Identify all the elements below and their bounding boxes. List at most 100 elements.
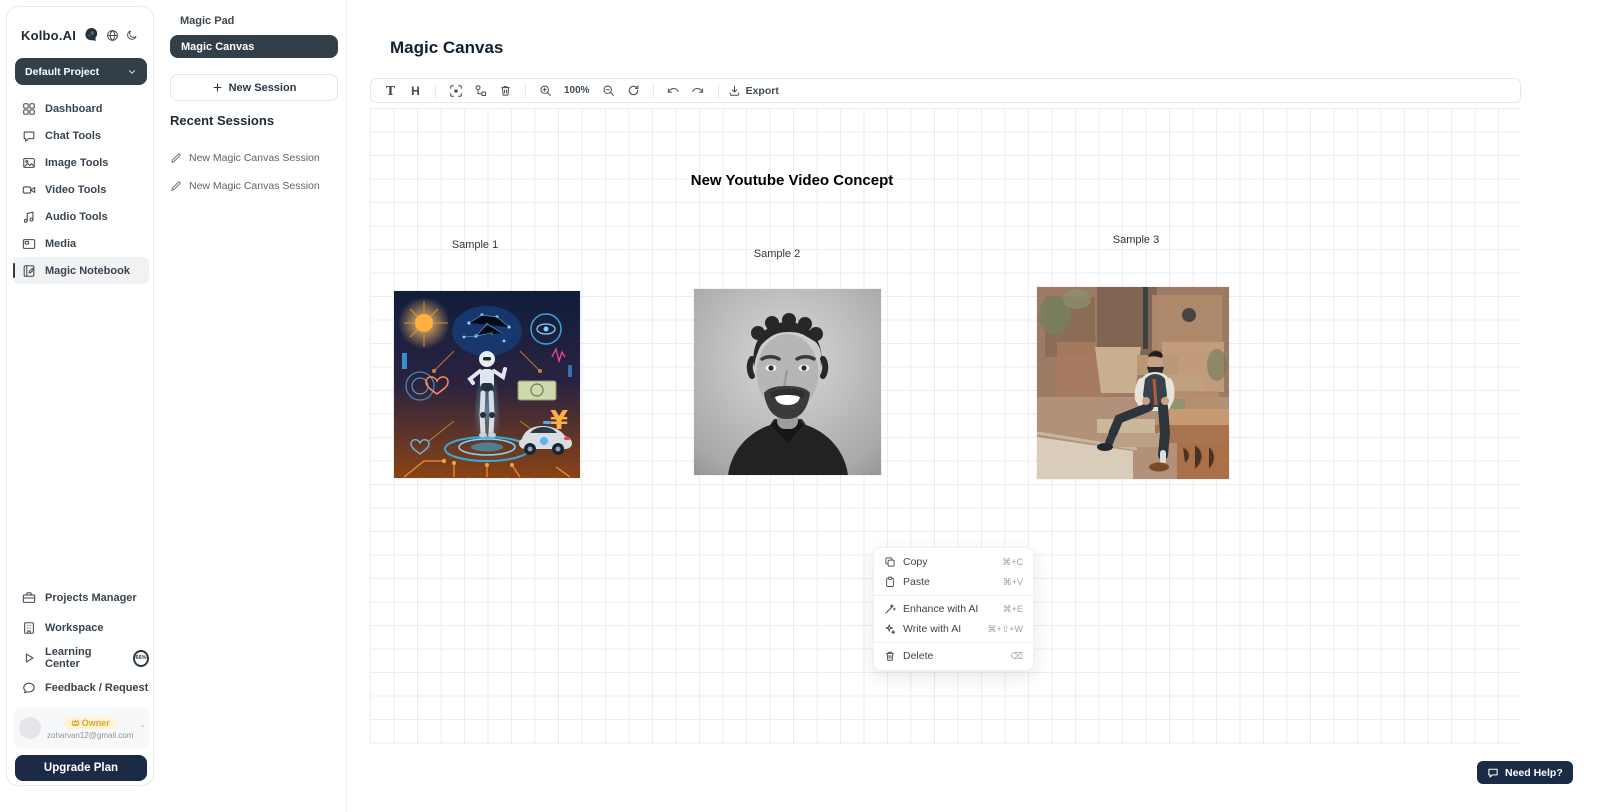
flow-tool-button[interactable] (470, 81, 491, 100)
toolbar-separator (435, 84, 436, 98)
sidebar-item-magic-notebook[interactable]: Magic Notebook (13, 257, 149, 284)
context-menu-paste[interactable]: Paste ⌘+V (874, 572, 1033, 592)
new-session-button[interactable]: New Session (170, 74, 338, 101)
toolbar-separator (653, 84, 654, 98)
video-icon (22, 183, 36, 197)
copy-icon (884, 556, 896, 568)
sidebar-item-image-tools[interactable]: Image Tools (13, 149, 149, 176)
sidebar-item-projects-manager[interactable]: Projects Manager (13, 583, 149, 613)
redo-icon (691, 84, 705, 98)
crown-icon (71, 718, 80, 727)
logo-row: Kolbo.AI (21, 27, 141, 43)
sample-label-3[interactable]: Sample 3 (1113, 234, 1159, 246)
sidebar-item-workspace[interactable]: Workspace (13, 613, 149, 643)
context-menu-shortcut: ⌘+E (1003, 604, 1023, 615)
zoom-level[interactable]: 100% (560, 85, 594, 96)
context-menu-write-with-ai[interactable]: Write with AI ⌘+⇧+W (874, 619, 1033, 639)
progress-badge: 66% (133, 650, 149, 667)
dark-mode-moon-icon[interactable] (126, 29, 138, 41)
sidebar-item-label: Audio Tools (45, 211, 108, 223)
chat-icon (22, 129, 36, 143)
context-menu-enhance-with-ai[interactable]: Enhance with AI ⌘+E (874, 599, 1033, 619)
export-label: Export (746, 85, 779, 97)
sidebar-item-label: Feedback / Request (45, 682, 148, 694)
sidebar-item-feedback[interactable]: Feedback / Request (13, 673, 149, 703)
zoom-out-button[interactable] (598, 81, 619, 100)
context-menu-divider (874, 595, 1033, 596)
heading-tool-glyph: H (411, 84, 420, 98)
context-menu-label: Delete (903, 650, 1003, 662)
need-help-button[interactable]: Need Help? (1477, 761, 1573, 784)
sidebar-item-label: Projects Manager (45, 592, 137, 604)
user-card[interactable]: Owner zoharvan12@gmail.com ⌃ (13, 707, 149, 749)
language-globe-icon[interactable] (106, 29, 119, 42)
context-menu-shortcut: ⌘+⇧+W (987, 624, 1023, 635)
pencil-icon (170, 180, 182, 192)
sample-label-2[interactable]: Sample 2 (754, 248, 800, 260)
paste-icon (884, 576, 896, 588)
tab-magic-pad[interactable]: Magic Pad (180, 15, 234, 27)
briefcase-icon (22, 591, 36, 605)
sidebar-item-media[interactable]: Media (13, 230, 149, 257)
context-menu-shortcut: ⌘+V (1003, 577, 1023, 588)
new-session-label: New Session (229, 82, 297, 94)
context-menu-copy[interactable]: Copy ⌘+C (874, 552, 1033, 572)
chevron-down-icon (127, 67, 137, 77)
context-menu-label: Paste (903, 576, 996, 588)
canvas-heading[interactable]: New Youtube Video Concept (691, 172, 894, 189)
wand-icon (884, 603, 896, 615)
image-icon (22, 156, 36, 170)
sample-image-1[interactable]: ¥ (394, 291, 580, 478)
undo-button[interactable] (663, 81, 684, 100)
heading-tool-button[interactable]: H (405, 81, 426, 100)
session-item[interactable]: New Magic Canvas Session (170, 176, 340, 196)
context-menu-label: Copy (903, 556, 995, 568)
zoom-in-button[interactable] (535, 81, 556, 100)
sidebar-item-learning-center[interactable]: Learning Center 66% (13, 643, 149, 673)
trash-icon (499, 84, 512, 97)
text-tool-glyph: T (386, 84, 395, 98)
session-panel: Magic Pad Magic Canvas New Session Recen… (155, 0, 347, 812)
undo-icon (666, 84, 680, 98)
owner-badge: Owner (64, 717, 117, 729)
upgrade-plan-button[interactable]: Upgrade Plan (15, 755, 147, 781)
context-menu-delete[interactable]: Delete ⌫ (874, 646, 1033, 666)
logo-head-icon (83, 27, 99, 43)
text-tool-button[interactable]: T (380, 81, 401, 100)
redo-button[interactable] (688, 81, 709, 100)
tab-magic-canvas[interactable]: Magic Canvas (170, 35, 338, 58)
zoom-in-icon (539, 84, 552, 97)
sample-label-1[interactable]: Sample 1 (452, 239, 498, 251)
session-item[interactable]: New Magic Canvas Session (170, 148, 340, 168)
play-icon (22, 651, 36, 665)
tab-magic-canvas-label: Magic Canvas (181, 41, 254, 53)
building-icon (22, 621, 36, 635)
flowchart-icon (474, 84, 487, 97)
sidebar-item-video-tools[interactable]: Video Tools (13, 176, 149, 203)
secondary-nav: Projects Manager Workspace Learning Cent… (13, 583, 149, 703)
session-item-label: New Magic Canvas Session (189, 180, 320, 192)
canvas-grid[interactable]: New Youtube Video Concept Sample 1 Sampl… (370, 108, 1521, 745)
project-selector[interactable]: Default Project (15, 58, 147, 85)
sample-image-3[interactable] (1037, 287, 1229, 479)
media-icon (22, 237, 36, 251)
context-menu-label: Enhance with AI (903, 603, 996, 615)
select-tool-button[interactable] (445, 81, 466, 100)
sidebar-item-label: Magic Notebook (45, 265, 130, 277)
sparkle-icon (884, 623, 896, 635)
sample-image-2[interactable] (694, 289, 881, 475)
sidebar-item-label: Media (45, 238, 76, 250)
sidebar-item-dashboard[interactable]: Dashboard (13, 95, 149, 122)
primary-nav: Dashboard Chat Tools Image Tools Video T… (13, 95, 149, 284)
export-button[interactable]: Export (728, 84, 779, 97)
sidebar-item-label: Learning Center (45, 646, 122, 670)
delete-tool-button[interactable] (495, 81, 516, 100)
sidebar-item-chat-tools[interactable]: Chat Tools (13, 122, 149, 149)
sidebar-item-audio-tools[interactable]: Audio Tools (13, 203, 149, 230)
rotate-reset-icon (627, 84, 640, 97)
download-icon (728, 84, 741, 97)
context-menu-shortcut: ⌫ (1010, 651, 1023, 662)
sidebar-item-label: Image Tools (45, 157, 108, 169)
reset-view-button[interactable] (623, 81, 644, 100)
selection-frame-icon (449, 84, 463, 98)
